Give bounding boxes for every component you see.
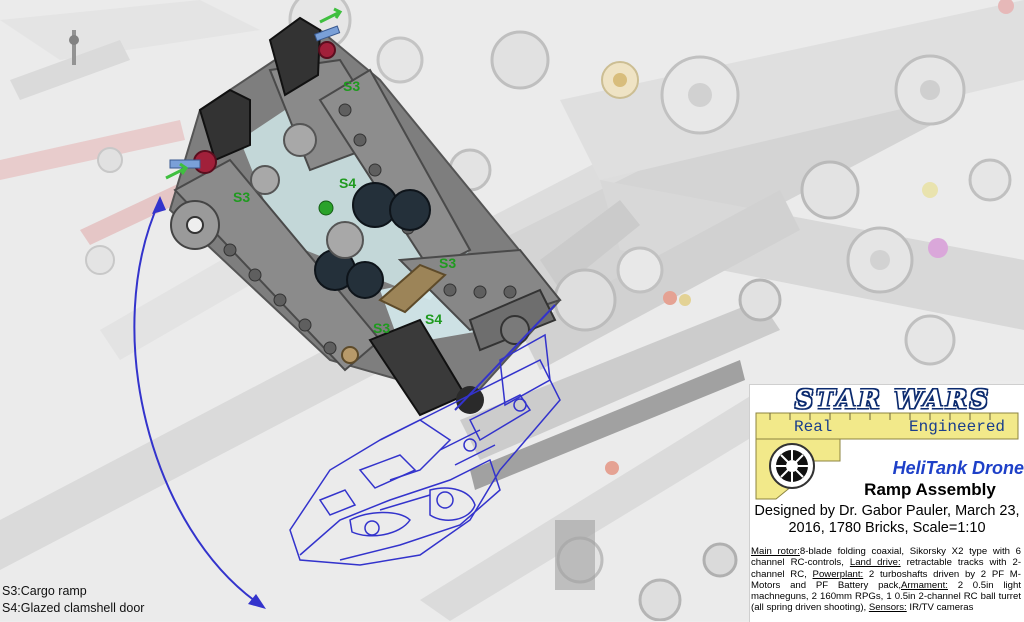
label-s4: S4: [339, 175, 357, 191]
spec-label-main-rotor: Main rotor:: [751, 546, 800, 557]
spec-label-sensors: Sensors:: [868, 602, 907, 614]
spec-label-powerplant: Powerplant:: [812, 568, 864, 580]
credits: Designed by Dr. Gabor Pauler, March 23, …: [754, 503, 1020, 536]
brand-title: STAR WARS: [795, 385, 991, 414]
label-s4: S4: [425, 311, 443, 327]
spec-label-armament: Armament:: [901, 579, 948, 591]
tag-engineered: Engineered: [909, 418, 1006, 436]
spec-label-land-drive: Land drive:: [849, 557, 901, 569]
info-panel: STAR WARS Real Engineered HeliTank Drone…: [749, 384, 1024, 622]
model-name: HeliTank Drone: [892, 458, 1024, 478]
assembly-subtitle: Ramp Assembly: [864, 480, 996, 499]
tag-real: Real: [794, 418, 833, 436]
legend-item-s4: S4:Glazed clamshell door: [2, 601, 145, 615]
label-s3: S3: [343, 78, 361, 94]
label-s3: S3: [439, 255, 457, 271]
specifications: Main rotor:8-blade folding coaxial, Siko…: [751, 546, 1021, 614]
label-s3: S3: [233, 189, 251, 205]
spec-sensors: IR/TV cameras: [906, 602, 974, 614]
label-s3: S3: [373, 320, 391, 336]
legend-item-s3: S3:Cargo ramp: [2, 584, 87, 598]
legend: S3:Cargo ramp S4:Glazed clamshell door: [2, 583, 144, 617]
